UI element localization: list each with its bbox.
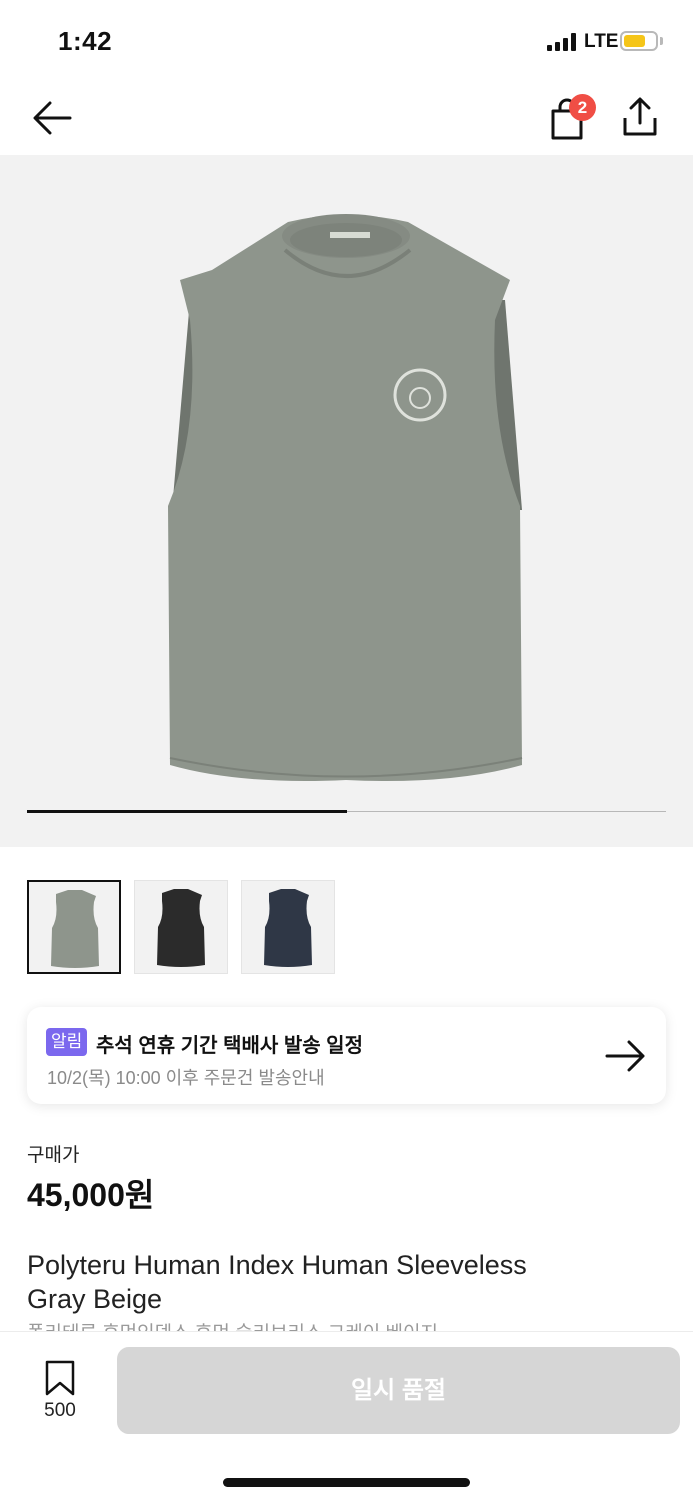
notice-tag: 알림 xyxy=(46,1028,88,1056)
bookmark-button[interactable]: 500 xyxy=(36,1360,86,1422)
sold-out-button[interactable]: 일시 품절 xyxy=(117,1347,680,1434)
price-value: 45,000원 xyxy=(27,1177,155,1213)
share-button[interactable] xyxy=(620,96,660,138)
bookmark-icon xyxy=(45,1360,75,1396)
signal-icon xyxy=(547,33,577,51)
notice-banner[interactable]: 알림 추석 연휴 기간 택배사 발송 일정 10/2(목) 10:00 이후 주… xyxy=(27,1007,666,1104)
status-time: 1:42 xyxy=(58,26,113,56)
thumbnail-image xyxy=(157,889,205,967)
battery-tip xyxy=(660,37,663,45)
gallery-progress xyxy=(27,810,666,813)
share-icon xyxy=(623,97,657,136)
thumbnail-image xyxy=(51,890,99,968)
bookmark-count: 500 xyxy=(44,1400,76,1421)
home-indicator xyxy=(223,1478,470,1487)
product-gallery[interactable] xyxy=(0,155,693,847)
thumbnail-navy[interactable] xyxy=(241,880,335,974)
notice-subtitle: 10/2(목) 10:00 이후 주문건 발송안내 xyxy=(47,1068,325,1088)
arrow-right-icon xyxy=(605,1040,645,1072)
bottom-action-bar: 500 일시 품절 xyxy=(0,1331,693,1500)
status-bar: 1:42 LTE xyxy=(0,0,693,80)
back-button[interactable] xyxy=(30,98,76,138)
gallery-progress-fill xyxy=(27,810,347,813)
network-label: LTE xyxy=(584,31,619,52)
product-name: Polyteru Human Index Human Sleeveless Gr… xyxy=(27,1250,527,1314)
product-image xyxy=(168,214,523,781)
thumbnail-gray[interactable] xyxy=(27,880,121,974)
cart-badge: 2 xyxy=(569,94,596,121)
arrow-left-icon xyxy=(33,101,72,135)
price-label: 구매가 xyxy=(27,1145,80,1166)
thumbnail-black[interactable] xyxy=(134,880,228,974)
notice-title: 추석 연휴 기간 택배사 발송 일정 xyxy=(96,1035,363,1057)
battery-icon xyxy=(620,31,658,51)
thumbnail-image xyxy=(264,889,312,967)
